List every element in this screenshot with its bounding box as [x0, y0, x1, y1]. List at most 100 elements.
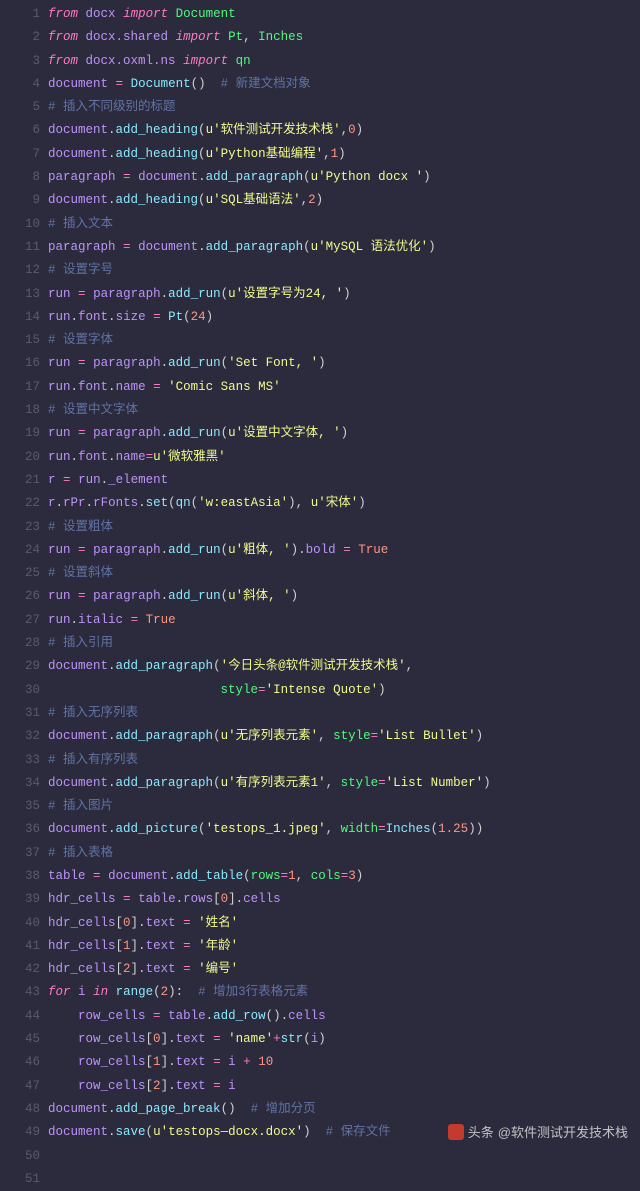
- code-line: document.add_page_break() # 增加分页: [48, 1098, 640, 1121]
- code-line: # 设置中文字体: [48, 399, 640, 422]
- line-number: 47: [0, 1075, 40, 1098]
- line-number: 23: [0, 516, 40, 539]
- code-line: document.add_paragraph(u'无序列表元素', style=…: [48, 725, 640, 748]
- line-number: 8: [0, 166, 40, 189]
- line-number: 34: [0, 772, 40, 795]
- code-line: document.add_heading(u'软件测试开发技术栈',0): [48, 119, 640, 142]
- code-line: document.add_heading(u'SQL基础语法',2): [48, 189, 640, 212]
- code-line: hdr_cells[0].text = '姓名': [48, 912, 640, 935]
- code-line: row_cells[0].text = 'name'+str(i): [48, 1028, 640, 1051]
- code-line: run.font.name=u'微软雅黑': [48, 446, 640, 469]
- line-number: 3: [0, 50, 40, 73]
- line-number: 51: [0, 1168, 40, 1191]
- code-line: run = paragraph.add_run('Set Font, '): [48, 352, 640, 375]
- code-line: # 设置粗体: [48, 516, 640, 539]
- code-line: # 插入无序列表: [48, 702, 640, 725]
- code-line: # 插入引用: [48, 632, 640, 655]
- line-number: 32: [0, 725, 40, 748]
- code-line: # 插入不同级别的标题: [48, 96, 640, 119]
- code-line: # 设置斜体: [48, 562, 640, 585]
- code-line: row_cells[2].text = i: [48, 1075, 640, 1098]
- line-number: 22: [0, 492, 40, 515]
- line-number: 38: [0, 865, 40, 888]
- line-number: 1: [0, 3, 40, 26]
- line-number: 46: [0, 1051, 40, 1074]
- code-line: [48, 1168, 640, 1191]
- code-line: # 插入图片: [48, 795, 640, 818]
- line-number-gutter: 1234567891011121314151617181920212223242…: [0, 3, 48, 1191]
- line-number: 4: [0, 73, 40, 96]
- line-number: 26: [0, 585, 40, 608]
- code-line: from docx import Document: [48, 3, 640, 26]
- line-number: 16: [0, 352, 40, 375]
- line-number: 11: [0, 236, 40, 259]
- watermark-brand: 头条: [468, 1121, 494, 1144]
- code-line: table = document.add_table(rows=1, cols=…: [48, 865, 640, 888]
- code-line: r.rPr.rFonts.set(qn('w:eastAsia'), u'宋体'…: [48, 492, 640, 515]
- code-line: from docx.shared import Pt, Inches: [48, 26, 640, 49]
- code-line: run = paragraph.add_run(u'设置中文字体, '): [48, 422, 640, 445]
- line-number: 15: [0, 329, 40, 352]
- code-line: run.italic = True: [48, 609, 640, 632]
- watermark-handle: @软件测试开发技术栈: [498, 1121, 628, 1144]
- code-line: document.add_paragraph('今日头条@软件测试开发技术栈',: [48, 655, 640, 678]
- code-line: # 插入有序列表: [48, 749, 640, 772]
- code-line: hdr_cells[1].text = '年龄': [48, 935, 640, 958]
- code-line: hdr_cells = table.rows[0].cells: [48, 888, 640, 911]
- line-number: 21: [0, 469, 40, 492]
- code-line: style='Intense Quote'): [48, 679, 640, 702]
- code-line: document = Document() # 新建文档对象: [48, 73, 640, 96]
- line-number: 2: [0, 26, 40, 49]
- line-number: 36: [0, 818, 40, 841]
- code-line: # 插入表格: [48, 842, 640, 865]
- line-number: 29: [0, 655, 40, 678]
- code-line: document.add_heading(u'Python基础编程',1): [48, 143, 640, 166]
- line-number: 7: [0, 143, 40, 166]
- line-number: 35: [0, 795, 40, 818]
- code-editor: 1234567891011121314151617181920212223242…: [0, 0, 640, 1191]
- code-line: # 设置字号: [48, 259, 640, 282]
- code-line: for i in range(2): # 增加3行表格元素: [48, 981, 640, 1004]
- line-number: 31: [0, 702, 40, 725]
- line-number: 17: [0, 376, 40, 399]
- line-number: 39: [0, 888, 40, 911]
- line-number: 28: [0, 632, 40, 655]
- line-number: 40: [0, 912, 40, 935]
- line-number: 50: [0, 1145, 40, 1168]
- code-line: paragraph = document.add_paragraph(u'MyS…: [48, 236, 640, 259]
- line-number: 5: [0, 96, 40, 119]
- line-number: 37: [0, 842, 40, 865]
- line-number: 9: [0, 189, 40, 212]
- line-number: 49: [0, 1121, 40, 1144]
- line-number: 33: [0, 749, 40, 772]
- code-line: row_cells[1].text = i + 10: [48, 1051, 640, 1074]
- line-number: 41: [0, 935, 40, 958]
- code-line: [48, 1145, 640, 1168]
- line-number: 25: [0, 562, 40, 585]
- line-number: 43: [0, 981, 40, 1004]
- line-number: 30: [0, 679, 40, 702]
- line-number: 24: [0, 539, 40, 562]
- code-line: document.add_picture('testops_1.jpeg', w…: [48, 818, 640, 841]
- code-line: r = run._element: [48, 469, 640, 492]
- code-line: run = paragraph.add_run(u'设置字号为24, '): [48, 283, 640, 306]
- line-number: 42: [0, 958, 40, 981]
- line-number: 13: [0, 283, 40, 306]
- code-line: run.font.name = 'Comic Sans MS': [48, 376, 640, 399]
- code-line: paragraph = document.add_paragraph(u'Pyt…: [48, 166, 640, 189]
- toutiao-logo-icon: [448, 1124, 464, 1140]
- line-number: 10: [0, 213, 40, 236]
- code-line: # 插入文本: [48, 213, 640, 236]
- line-number: 18: [0, 399, 40, 422]
- line-number: 45: [0, 1028, 40, 1051]
- line-number: 6: [0, 119, 40, 142]
- line-number: 20: [0, 446, 40, 469]
- line-number: 27: [0, 609, 40, 632]
- code-line: hdr_cells[2].text = '编号': [48, 958, 640, 981]
- line-number: 14: [0, 306, 40, 329]
- watermark: 头条 @软件测试开发技术栈: [448, 1121, 628, 1144]
- code-line: document.add_paragraph(u'有序列表元素1', style…: [48, 772, 640, 795]
- code-line: row_cells = table.add_row().cells: [48, 1005, 640, 1028]
- line-number: 12: [0, 259, 40, 282]
- code-line: run = paragraph.add_run(u'粗体, ').bold = …: [48, 539, 640, 562]
